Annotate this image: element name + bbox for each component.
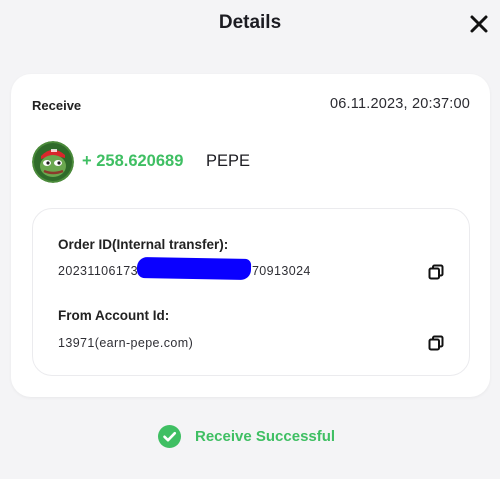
order-id-suffix: 70913024 bbox=[251, 264, 311, 278]
close-icon[interactable] bbox=[469, 14, 489, 34]
header: Details bbox=[0, 0, 500, 50]
check-circle-icon bbox=[158, 424, 181, 448]
status-row: Receive Successful bbox=[158, 424, 335, 448]
token-symbol: PEPE bbox=[206, 152, 251, 170]
status-text: Receive Successful bbox=[195, 427, 336, 445]
copy-order-id-icon[interactable] bbox=[428, 264, 444, 280]
page-title: Details bbox=[218, 12, 282, 33]
transfer-info-box: Order ID(Internal transfer): 20231106173… bbox=[32, 208, 470, 376]
order-id-prefix: 20231106173 bbox=[58, 264, 138, 278]
from-account-label: From Account Id: bbox=[58, 308, 170, 323]
token-avatar bbox=[32, 141, 74, 183]
transaction-datetime: 06.11.2023, 20:37:00 bbox=[330, 96, 470, 112]
from-account-value: 13971(earn-pepe.com) bbox=[58, 336, 194, 350]
copy-account-id-icon[interactable] bbox=[428, 335, 444, 351]
details-card: Receive 06.11.2023, 20:37:00 + 258.62068… bbox=[11, 74, 490, 397]
transaction-type: Receive bbox=[32, 98, 82, 113]
redaction-mark bbox=[136, 257, 252, 280]
order-id-label: Order ID(Internal transfer): bbox=[58, 237, 229, 252]
received-amount: + 258.620689 bbox=[82, 152, 184, 170]
